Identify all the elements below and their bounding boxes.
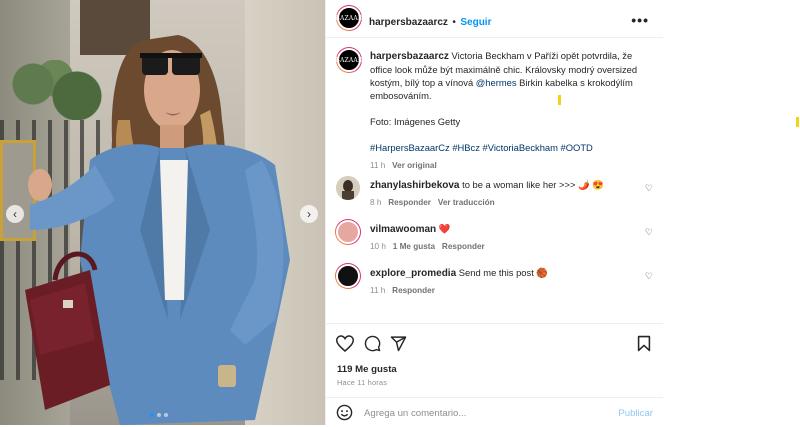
carousel-next-button[interactable]: › [300, 205, 318, 223]
caption-meta: 11 h Ver original [370, 159, 640, 172]
carousel-dot [164, 413, 168, 417]
comment-text: Send me this post 🏀 [458, 267, 549, 278]
comment-meta: 10 h 1 Me gusta Responder [370, 241, 630, 253]
more-options-icon[interactable]: ••• [631, 12, 649, 28]
caption-credit: Foto: Imágenes Getty [370, 116, 461, 127]
caption-avatar[interactable]: BAZAAR [336, 47, 362, 73]
post-detail-panel: BAZAAR harpersbazaarcz • Seguir ••• BAZA… [325, 0, 663, 425]
comment-meta: 11 h Responder [370, 285, 630, 297]
bazaar-logo: BAZAAR [336, 48, 362, 72]
author-username[interactable]: harpersbazaarcz [369, 17, 448, 28]
comment-text: ❤️ [438, 223, 451, 234]
reply-button[interactable]: Responder [388, 198, 431, 207]
commenter-avatar[interactable] [335, 219, 361, 245]
comment-likes-count[interactable]: 1 Me gusta [393, 242, 435, 251]
publish-button[interactable]: Publicar [618, 408, 653, 419]
comment-item: zhanylashirbekova to be a woman like her… [370, 179, 630, 209]
post-actions-bar: 119 Me gusta Hace 11 horas Agrega un com… [326, 323, 663, 426]
caption-username[interactable]: harpersbazaarcz [370, 51, 449, 62]
comment-time: 8 h [370, 198, 382, 207]
separator-dot: • [452, 17, 456, 28]
chevron-left-icon: ‹ [13, 207, 17, 221]
author-avatar[interactable]: BAZAAR [336, 5, 362, 31]
avatar-photo-icon [336, 264, 360, 288]
text-cursor-marker [796, 117, 799, 127]
comment-text: to be a woman like her >>> 🌶️ 😍 [462, 179, 605, 190]
comment-time: 10 h [370, 242, 386, 251]
carousel-dot [157, 413, 161, 417]
see-original-link[interactable]: Ver original [392, 161, 437, 170]
post-header: BAZAAR harpersbazaarcz • Seguir ••• [326, 0, 663, 38]
carousel-prev-button[interactable]: ‹ [6, 205, 24, 223]
comment-input[interactable]: Agrega un comentario... [364, 408, 466, 419]
comment-item: explore_promedia Send me this post 🏀 11 … [370, 267, 630, 297]
comment-username[interactable]: vilmawooman [370, 224, 436, 235]
comment-username[interactable]: explore_promedia [370, 268, 456, 279]
likes-count[interactable]: 119 Me gusta [337, 364, 397, 375]
bazaar-logo: BAZAAR [336, 6, 362, 30]
chevron-right-icon: › [307, 207, 311, 221]
follow-button[interactable]: Seguir [460, 17, 491, 28]
text-cursor-marker [558, 95, 561, 105]
comment-time: 11 h [370, 286, 386, 295]
emoji-icon[interactable] [336, 404, 353, 421]
carousel-dots [150, 413, 168, 417]
woman-figure-illustration [25, 35, 290, 425]
comment-like-heart-icon[interactable]: ♡ [645, 227, 653, 238]
post-caption: harpersbazaarcz Victoria Beckham v Paříž… [370, 49, 640, 172]
post-age: Hace 11 horas [337, 378, 388, 387]
comment-like-heart-icon[interactable]: ♡ [645, 183, 653, 194]
heart-icon[interactable] [336, 335, 354, 352]
comment-like-heart-icon[interactable]: ♡ [645, 271, 653, 282]
see-translation-button[interactable]: Ver traducción [438, 198, 495, 207]
comment-icon[interactable] [364, 335, 381, 352]
comment-username[interactable]: zhanylashirbekova [370, 180, 459, 191]
caption-time: 11 h [370, 161, 386, 170]
reply-button[interactable]: Responder [392, 286, 435, 295]
reply-button[interactable]: Responder [442, 242, 485, 251]
comment-item: vilmawooman ❤️ 10 h 1 Me gusta Responder [370, 223, 630, 253]
carousel-dot-active [150, 413, 154, 417]
comment-meta: 8 h Responder Ver traducción [370, 197, 630, 209]
post-photo[interactable]: ‹ › [0, 0, 325, 425]
send-icon[interactable] [390, 335, 407, 352]
post-author-line: harpersbazaarcz • Seguir [369, 12, 491, 30]
avatar-photo-icon [336, 176, 360, 200]
caption-hashtags[interactable]: #HarpersBazaarCz #HBcz #VictoriaBeckham … [370, 141, 640, 154]
avatar-photo-icon [336, 220, 360, 244]
commenter-avatar[interactable] [335, 263, 361, 289]
caption-mention-link[interactable]: @hermes [476, 77, 517, 88]
bookmark-icon[interactable] [637, 335, 651, 352]
add-comment-bar: Agrega un comentario... Publicar [326, 397, 663, 427]
commenter-avatar[interactable] [336, 176, 360, 200]
